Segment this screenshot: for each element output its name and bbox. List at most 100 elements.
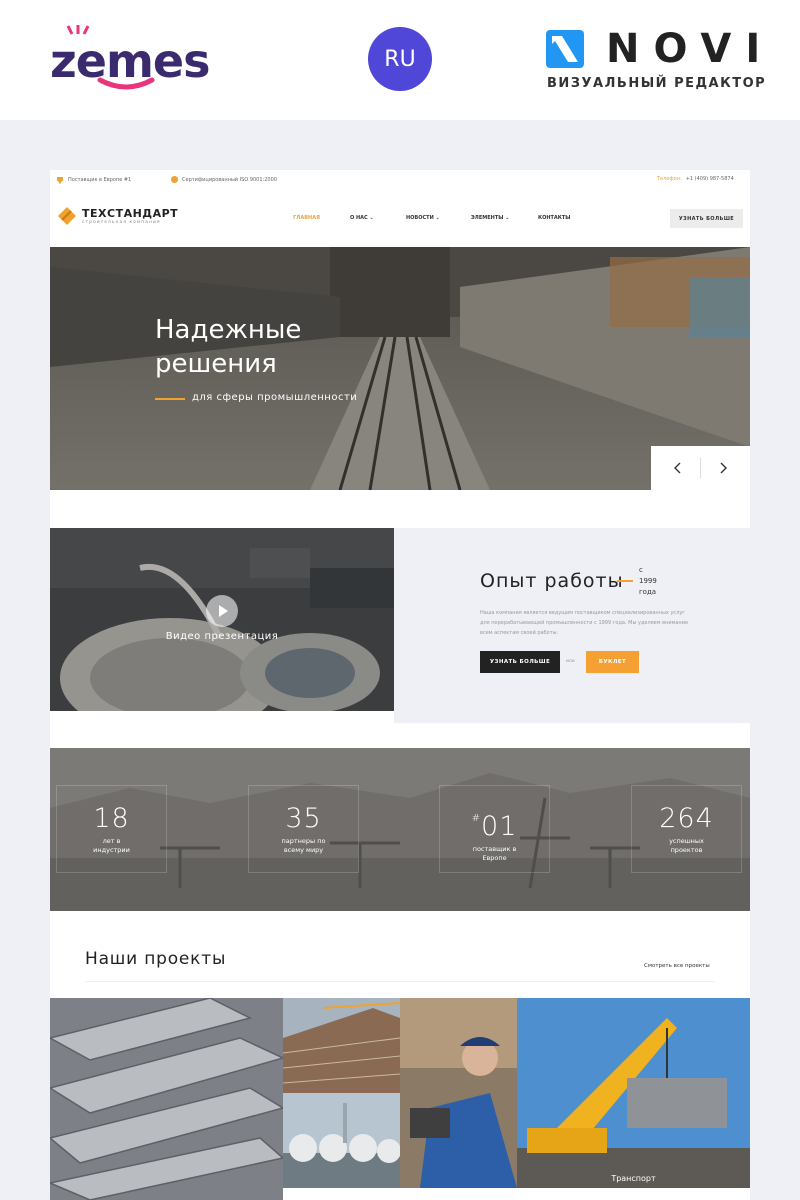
site-preview: Поставщик в Европе #1 Сертифицированный …	[50, 170, 750, 1200]
stat-number: 264	[659, 803, 714, 834]
hero-title-line1: Надежные	[155, 315, 302, 345]
stat-partners: 35 партнеры по всему миру	[248, 785, 359, 873]
learn-more-button[interactable]: УЗНАТЬ БОЛЬШЕ	[670, 209, 743, 228]
phone-value[interactable]: +1 (409) 987-5874	[686, 176, 734, 182]
chevron-left-icon[interactable]	[670, 460, 686, 476]
menu-item-news-label: НОВОСТИ	[406, 215, 434, 221]
stat-label-line2: Европе	[482, 853, 507, 862]
stat-label: партнеры по всему миру	[249, 837, 358, 854]
since-line3: года	[639, 588, 657, 596]
stat-value: #01	[440, 804, 549, 842]
certified-info: Сертифицированный ISO 9001:2000	[171, 176, 277, 183]
certificate-icon	[171, 176, 178, 183]
brand-title: ТЕХСТАНДАРТ	[82, 206, 179, 220]
stats-section: 18 лет в индустрии 35 партнеры по всему ми…	[50, 748, 750, 911]
menu-item-elements-label: ЭЛЕМЕНТЫ	[471, 215, 504, 221]
stat-projects: 264 успешных проектов	[631, 785, 742, 873]
play-icon[interactable]	[206, 595, 238, 627]
transport-crane-image	[517, 998, 750, 1188]
hero-title-line2: решения	[155, 349, 277, 379]
novi-wordmark: NOVI	[606, 26, 775, 72]
view-all-projects-link[interactable]: Смотреть все проекты	[644, 963, 710, 969]
trophy-icon	[57, 177, 63, 184]
stat-label: лет в индустрии	[57, 837, 166, 854]
steel-pipes-image	[50, 998, 283, 1200]
hero-slider: Надежные решения для сферы промышленност…	[50, 247, 750, 490]
video-label: Видео презентация	[165, 631, 279, 642]
stat-label: поставщик в Европе	[440, 845, 549, 862]
phone-label: Телефон:	[657, 176, 682, 182]
brand-mark-icon	[58, 207, 76, 225]
stat-label-line2: проектов	[670, 845, 703, 854]
experience-text: Наша компания является ведущим поставщик…	[480, 610, 689, 636]
stat-label-line1: партнеры по	[281, 837, 326, 845]
construction-building-image	[283, 998, 400, 1093]
experience-accent-line	[617, 580, 633, 582]
refinery-tanks-image	[283, 1093, 400, 1188]
hero-accent-line	[155, 398, 185, 400]
experience-section: Опыт работы с 1999 года Наша компания яв…	[394, 528, 750, 723]
novi-logo[interactable]: NOVI ВИЗУАЛЬНЫЙ РЕДАКТОР	[546, 28, 765, 98]
language-badge[interactable]: RU	[368, 27, 432, 91]
stat-prefix: #	[471, 813, 482, 824]
learn-more-button[interactable]: УЗНАТЬ БОЛЬШЕ	[480, 651, 560, 673]
menu-item-elements[interactable]: ЭЛЕМЕНТЫ ⌄	[471, 215, 509, 221]
stat-label-line2: всему миру	[283, 845, 324, 854]
or-label: или	[566, 659, 575, 664]
stat-value: 18	[57, 804, 166, 834]
chevron-right-icon[interactable]	[715, 460, 731, 476]
project-tile-refinery[interactable]	[283, 1093, 400, 1188]
supplier-info: Поставщик в Европе #1	[56, 176, 131, 184]
menu-item-about[interactable]: О НАС ⌄	[350, 215, 374, 221]
top-bar: Поставщик в Европе #1 Сертифицированный …	[50, 170, 750, 190]
hero-subtitle: для сферы промышленности	[192, 392, 358, 403]
stat-label-line1: успешных	[669, 837, 704, 845]
brand-subtitle: строительная компания	[82, 219, 161, 225]
video-presentation[interactable]: Видео презентация	[50, 528, 394, 711]
zemes-smile-icon	[97, 77, 155, 90]
stat-label-line1: поставщик в	[472, 845, 517, 853]
since-line1: с	[639, 566, 643, 574]
since-line2: 1999	[639, 577, 657, 585]
stat-label-line2: индустрии	[93, 845, 130, 854]
booklet-button[interactable]: БУКЛЕТ	[586, 651, 639, 673]
slider-controls	[651, 446, 750, 490]
stat-value: 264	[632, 804, 741, 834]
chevron-down-icon: ⌄	[369, 215, 374, 221]
phone-info[interactable]: Телефон: +1 (409) 987-5874	[657, 176, 734, 182]
menu-item-news[interactable]: НОВОСТИ ⌄	[406, 215, 440, 221]
project-tile-worker[interactable]	[400, 998, 517, 1188]
novi-subtitle: ВИЗУАЛЬНЫЙ РЕДАКТОР	[547, 76, 767, 91]
transport-label: Транспорт	[611, 1174, 656, 1183]
certified-text: Сертифицированный ISO 9001:2000	[182, 176, 277, 183]
stat-years: 18 лет в индустрии	[56, 785, 167, 873]
controls-divider	[700, 458, 701, 478]
worker-image	[400, 998, 517, 1188]
stat-number: 35	[285, 803, 322, 834]
menu-item-contacts[interactable]: КОНТАКТЫ	[538, 215, 570, 221]
main-navbar: ТЕХСТАНДАРТ строительная компания ГЛАВНА…	[50, 190, 750, 247]
chevron-down-icon: ⌄	[435, 215, 440, 221]
stat-number: 18	[93, 803, 130, 834]
projects-title: Наши проекты	[85, 949, 227, 969]
supplier-text: Поставщик в Европе #1	[68, 177, 132, 183]
brand-logo[interactable]: ТЕХСТАНДАРТ строительная компания	[58, 207, 178, 225]
promo-banner: zemes RU NOVI ВИЗУАЛЬНЫЙ РЕДАКТОР	[0, 0, 800, 120]
stat-label: успешных проектов	[632, 837, 741, 854]
hero-title: Надежные решения	[155, 313, 301, 381]
novi-mark-icon	[546, 30, 584, 68]
stat-value: 35	[249, 804, 358, 834]
project-tile-construction[interactable]	[283, 998, 400, 1093]
experience-since: с 1999 года	[639, 565, 679, 598]
menu-item-home[interactable]: ГЛАВНАЯ	[293, 215, 320, 221]
stat-supplier-rank: #01 поставщик в Европе	[439, 785, 550, 873]
zemes-logo[interactable]: zemes	[50, 24, 220, 94]
menu-item-about-label: О НАС	[350, 215, 368, 221]
stat-number: 01	[481, 811, 518, 842]
chevron-down-icon: ⌄	[505, 215, 510, 221]
project-tile-steel-pipes[interactable]	[50, 998, 283, 1200]
projects-divider	[85, 981, 715, 982]
project-tile-transport[interactable]: Транспорт	[517, 998, 750, 1188]
experience-title: Опыт работы	[480, 570, 624, 592]
stat-label-line1: лет в	[102, 837, 121, 845]
